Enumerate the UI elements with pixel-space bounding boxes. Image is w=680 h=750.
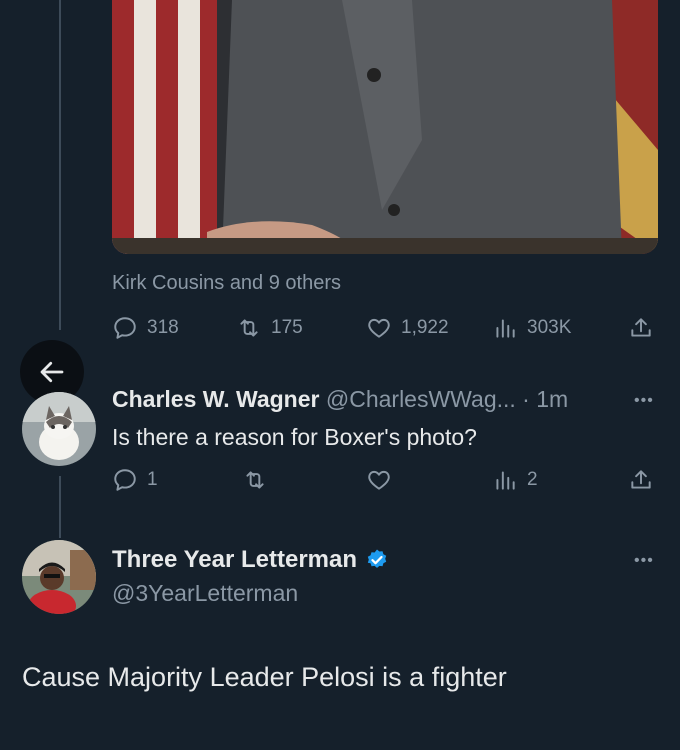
reply-action[interactable]: 318	[112, 315, 179, 341]
avatar[interactable]	[22, 392, 96, 466]
tweet-photo[interactable]	[112, 0, 658, 254]
thread-line-top	[59, 0, 61, 330]
reply-count: 318	[147, 317, 179, 338]
reply-reply-action[interactable]: 1	[112, 467, 158, 493]
views-count: 303K	[527, 317, 572, 338]
reply-like-action[interactable]	[366, 467, 392, 493]
reply-icon	[114, 317, 136, 339]
person-avatar-image	[22, 540, 96, 614]
share-icon	[631, 318, 651, 337]
main-tweet-name-row: Three Year Letterman	[112, 546, 389, 574]
cat-avatar-image	[22, 392, 96, 466]
retweet-action[interactable]: 175	[236, 315, 303, 341]
thread-line-middle	[59, 476, 61, 538]
verified-badge-icon[interactable]	[365, 548, 389, 572]
retweet-icon	[240, 319, 258, 337]
reply-share-action[interactable]	[628, 467, 654, 493]
reply-retweet-action[interactable]	[242, 467, 268, 493]
reply-display-name[interactable]: Charles W. Wagner	[112, 386, 319, 412]
share-icon	[631, 470, 651, 489]
main-avatar[interactable]	[22, 540, 96, 614]
views-icon	[496, 319, 515, 338]
reply-icon	[114, 469, 136, 491]
reply-views-action[interactable]: 2	[492, 467, 538, 493]
reply-views-count: 2	[527, 469, 538, 490]
back-arrow-icon	[40, 361, 64, 383]
reply-more-button[interactable]: •••	[634, 392, 654, 410]
views-action[interactable]: 303K	[492, 315, 571, 341]
heart-icon	[368, 470, 390, 490]
main-display-name[interactable]: Three Year Letterman	[112, 546, 357, 574]
reply-text: Is there a reason for Boxer's photo?	[112, 424, 477, 450]
views-icon	[496, 471, 515, 490]
like-action[interactable]: 1,922	[366, 315, 449, 341]
liked-by-text[interactable]: Kirk Cousins and 9 others	[112, 272, 341, 295]
retweet-count: 175	[271, 317, 303, 338]
main-more-button[interactable]: •••	[634, 552, 654, 570]
like-count: 1,922	[401, 317, 449, 338]
retweet-icon	[246, 471, 264, 489]
share-action[interactable]	[628, 315, 654, 341]
heart-icon	[368, 318, 390, 338]
reply-reply-count: 1	[147, 469, 158, 490]
reply-header: Charles W. Wagner @CharlesWWag... · 1m	[112, 386, 568, 413]
photo-image	[112, 0, 658, 254]
reply-handle-time[interactable]: @CharlesWWag... · 1m	[326, 386, 568, 412]
main-tweet-text: Cause Majority Leader Pelosi is a fighte…	[22, 662, 507, 692]
main-handle[interactable]: @3YearLetterman	[112, 580, 298, 607]
